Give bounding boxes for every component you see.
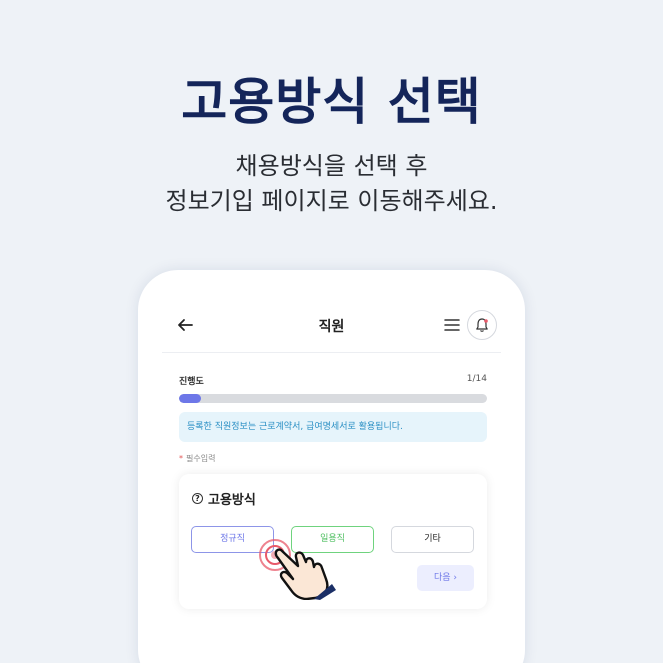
chevron-right-icon: › [453,573,458,583]
required-text: 필수입력 [186,454,216,463]
option-other-button[interactable]: 기타 [391,526,474,553]
headline: 고용방식 선택 [181,73,482,131]
info-banner: 등록한 직원정보는 근로계약서, 급여명세서로 활용됩니다. [179,412,487,442]
phone-mockup: 직원 진행도 1/14 등록한 직원정보는 근로계약서, 급여명세서로 활용됩니… [138,270,525,663]
progress-bar [179,394,487,403]
next-label: 다음 [433,573,451,583]
card-title-text: 고용방식 [208,493,256,508]
next-button[interactable]: 다음 › [417,565,474,591]
card-title: ? 고용방식 [192,489,256,508]
question-circle-icon[interactable]: ? [192,493,203,504]
notification-button[interactable] [467,310,497,340]
bell-icon [476,318,488,332]
progress-fill [179,394,201,403]
required-note: * 필수입력 [179,453,215,464]
subtitle-line-1: 채용방식을 선택 후 [235,152,428,180]
top-bar: 직원 [162,308,501,344]
subtitle-line-2: 정보기입 페이지로 이동해주세요. [165,187,498,215]
required-star: * [179,454,183,463]
header-divider [162,352,501,353]
hand-pointer-icon [274,548,336,600]
hamburger-menu-icon[interactable] [444,318,460,332]
progress-count: 1/14 [466,374,487,384]
progress-label: 진행도 [179,377,204,387]
